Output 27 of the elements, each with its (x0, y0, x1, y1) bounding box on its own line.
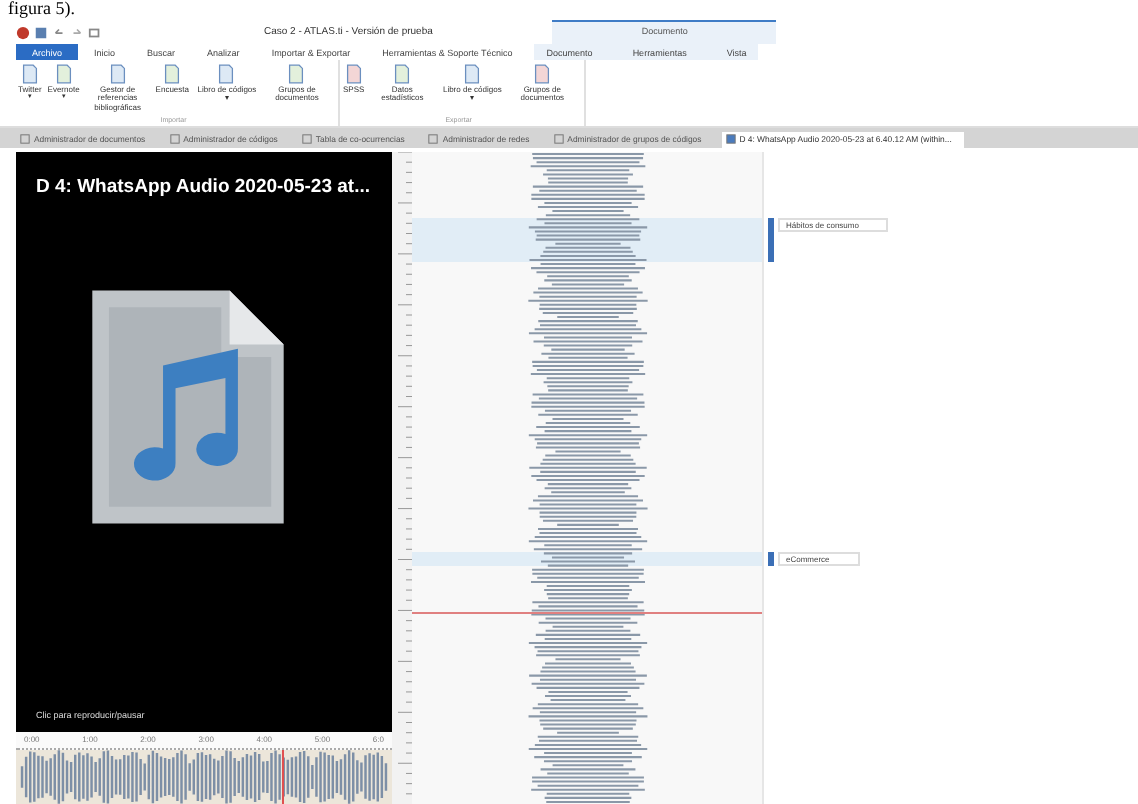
code-bracket (768, 217, 774, 262)
document-icon (725, 134, 736, 144)
playhead-line[interactable] (282, 750, 285, 804)
document-icon (553, 134, 564, 144)
document-icon (169, 134, 180, 144)
window-icon[interactable] (88, 26, 102, 40)
document-icon (164, 64, 181, 84)
playhead-line[interactable] (412, 611, 762, 614)
document-icon (20, 134, 30, 144)
document-icon (218, 64, 235, 84)
document-icon (109, 64, 126, 84)
document-icon (394, 64, 411, 84)
waveform-overview[interactable] (20, 750, 388, 804)
redo-icon[interactable] (70, 26, 84, 40)
document-icon (428, 134, 439, 144)
document-icon (288, 64, 305, 84)
media-title: D 4: WhatsApp Audio 2020-05-23 at... (36, 176, 372, 198)
document-icon (534, 64, 551, 84)
code-bracket (768, 552, 774, 566)
document-icon (345, 64, 362, 84)
undo-icon[interactable] (52, 26, 66, 40)
document-icon (301, 134, 312, 144)
audio-waveform[interactable] (527, 152, 647, 804)
caption-text: figura 5). (6, 0, 77, 18)
app-logo-icon (16, 26, 30, 40)
document-icon (464, 64, 481, 84)
save-icon[interactable] (34, 26, 48, 40)
